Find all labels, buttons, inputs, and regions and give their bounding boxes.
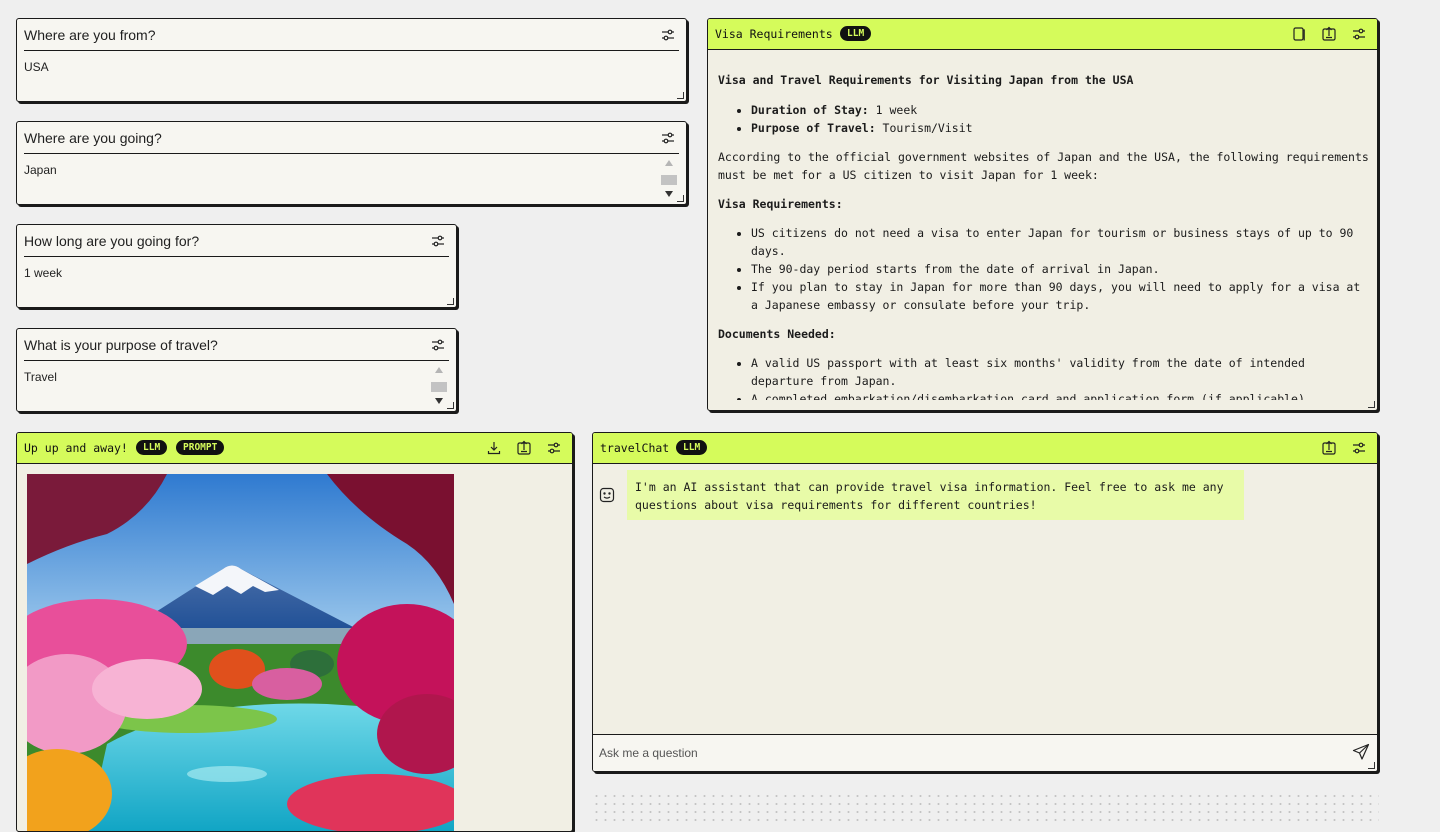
settings-sliders-icon[interactable] xyxy=(1352,441,1366,455)
question-label: Where are you from? xyxy=(24,27,156,43)
settings-sliders-icon[interactable] xyxy=(431,338,445,352)
summary-label: Purpose of Travel: xyxy=(751,121,876,135)
llm-badge: LLM xyxy=(136,440,168,455)
section-heading-text: Visa Requirements: xyxy=(718,197,843,211)
export-icon[interactable] xyxy=(516,440,532,456)
answer-text[interactable]: Travel xyxy=(24,370,57,384)
prompt-badge: PROMPT xyxy=(176,440,225,455)
panel-header: Up up and away! LLM PROMPT xyxy=(17,433,572,464)
list-item: US citizens do not need a visa to enter … xyxy=(751,224,1369,260)
input-card-origin: Where are you from? USA xyxy=(16,18,687,102)
download-icon[interactable] xyxy=(486,440,502,456)
scroll-thumb[interactable] xyxy=(661,175,677,185)
settings-sliders-icon[interactable] xyxy=(661,28,675,42)
resize-handle[interactable] xyxy=(447,298,454,305)
assistant-message-text: I'm an AI assistant that can provide tra… xyxy=(635,480,1224,512)
card-header: How long are you going for? xyxy=(24,225,449,257)
answer-text[interactable]: Japan xyxy=(24,163,57,177)
resize-handle[interactable] xyxy=(1368,762,1375,769)
settings-sliders-icon[interactable] xyxy=(547,441,561,455)
settings-sliders-icon[interactable] xyxy=(1352,27,1366,41)
scrollbar[interactable] xyxy=(660,155,678,201)
llm-badge: LLM xyxy=(840,26,872,41)
bot-face-icon xyxy=(599,487,615,503)
settings-sliders-icon[interactable] xyxy=(431,234,445,248)
list-item: Duration of Stay: 1 week xyxy=(751,101,1369,119)
panel-header: travelChat LLM xyxy=(593,433,1377,464)
resize-handle[interactable] xyxy=(1368,401,1375,408)
canvas-dot-grid xyxy=(592,792,1379,827)
panel-header: Visa Requirements LLM xyxy=(708,19,1377,50)
list-item: If you plan to stay in Japan for more th… xyxy=(751,278,1369,314)
resize-handle[interactable] xyxy=(677,195,684,202)
question-label: How long are you going for? xyxy=(24,233,200,249)
list-item: Purpose of Travel: Tourism/Visit xyxy=(751,119,1369,137)
copy-icon[interactable] xyxy=(1291,26,1307,42)
assistant-message-bubble: I'm an AI assistant that can provide tra… xyxy=(627,470,1244,520)
panel-title: travelChat xyxy=(600,441,670,455)
chat-input-bar xyxy=(593,734,1377,771)
chat-question-input[interactable] xyxy=(599,744,1299,762)
card-header: Where are you from? xyxy=(24,19,679,51)
card-header: Where are you going? xyxy=(24,122,679,154)
scroll-up-arrow-icon[interactable] xyxy=(435,367,443,373)
input-card-purpose: What is your purpose of travel? Travel xyxy=(16,328,457,412)
llm-badge: LLM xyxy=(676,440,708,455)
list-item: A valid US passport with at least six mo… xyxy=(751,354,1369,390)
generated-image xyxy=(27,474,454,831)
section-heading-text: Documents Needed: xyxy=(718,327,836,341)
answer-text[interactable]: 1 week xyxy=(24,266,62,280)
section-heading: Documents Needed: xyxy=(718,325,1369,343)
input-card-duration: How long are you going for? 1 week xyxy=(16,224,457,308)
panel-title: Up up and away! xyxy=(24,441,128,455)
resize-handle[interactable] xyxy=(677,92,684,99)
list-item: The 90-day period starts from the date o… xyxy=(751,260,1369,278)
summary-value: 1 week xyxy=(868,103,918,117)
resize-handle[interactable] xyxy=(447,402,454,409)
summary-label: Duration of Stay: xyxy=(751,103,869,117)
send-icon[interactable] xyxy=(1352,743,1370,761)
panel-title: Visa Requirements xyxy=(715,27,833,41)
trip-summary-list: Duration of Stay: 1 week Purpose of Trav… xyxy=(718,101,1369,137)
visa-requirements-list: US citizens do not need a visa to enter … xyxy=(718,224,1369,314)
document-heading: Visa and Travel Requirements for Visitin… xyxy=(718,73,1134,87)
list-item: A completed embarkation/disembarkation c… xyxy=(751,390,1369,400)
section-heading: Visa Requirements: xyxy=(718,195,1369,213)
question-label: What is your purpose of travel? xyxy=(24,337,218,353)
settings-sliders-icon[interactable] xyxy=(661,131,675,145)
image-generation-panel: Up up and away! LLM PROMPT xyxy=(16,432,573,832)
documents-list: A valid US passport with at least six mo… xyxy=(718,354,1369,400)
travel-chat-panel: travelChat LLM I'm an AI assistant that … xyxy=(592,432,1378,772)
scroll-thumb[interactable] xyxy=(431,382,447,392)
card-header: What is your purpose of travel? xyxy=(24,329,449,361)
export-icon[interactable] xyxy=(1321,26,1337,42)
llm-output-document: Visa and Travel Requirements for Visitin… xyxy=(718,67,1369,400)
export-icon[interactable] xyxy=(1321,440,1337,456)
scrollbar[interactable] xyxy=(430,362,448,408)
question-label: Where are you going? xyxy=(24,130,162,146)
scroll-up-arrow-icon[interactable] xyxy=(665,160,673,166)
scroll-down-arrow-icon[interactable] xyxy=(435,398,443,404)
summary-value: Tourism/Visit xyxy=(875,121,973,135)
intro-paragraph: According to the official government web… xyxy=(718,150,1369,182)
answer-text[interactable]: USA xyxy=(24,60,49,74)
visa-requirements-panel: Visa Requirements LLM Visa and Travel Re… xyxy=(707,18,1378,411)
scroll-down-arrow-icon[interactable] xyxy=(665,191,673,197)
input-card-destination: Where are you going? Japan xyxy=(16,121,687,205)
